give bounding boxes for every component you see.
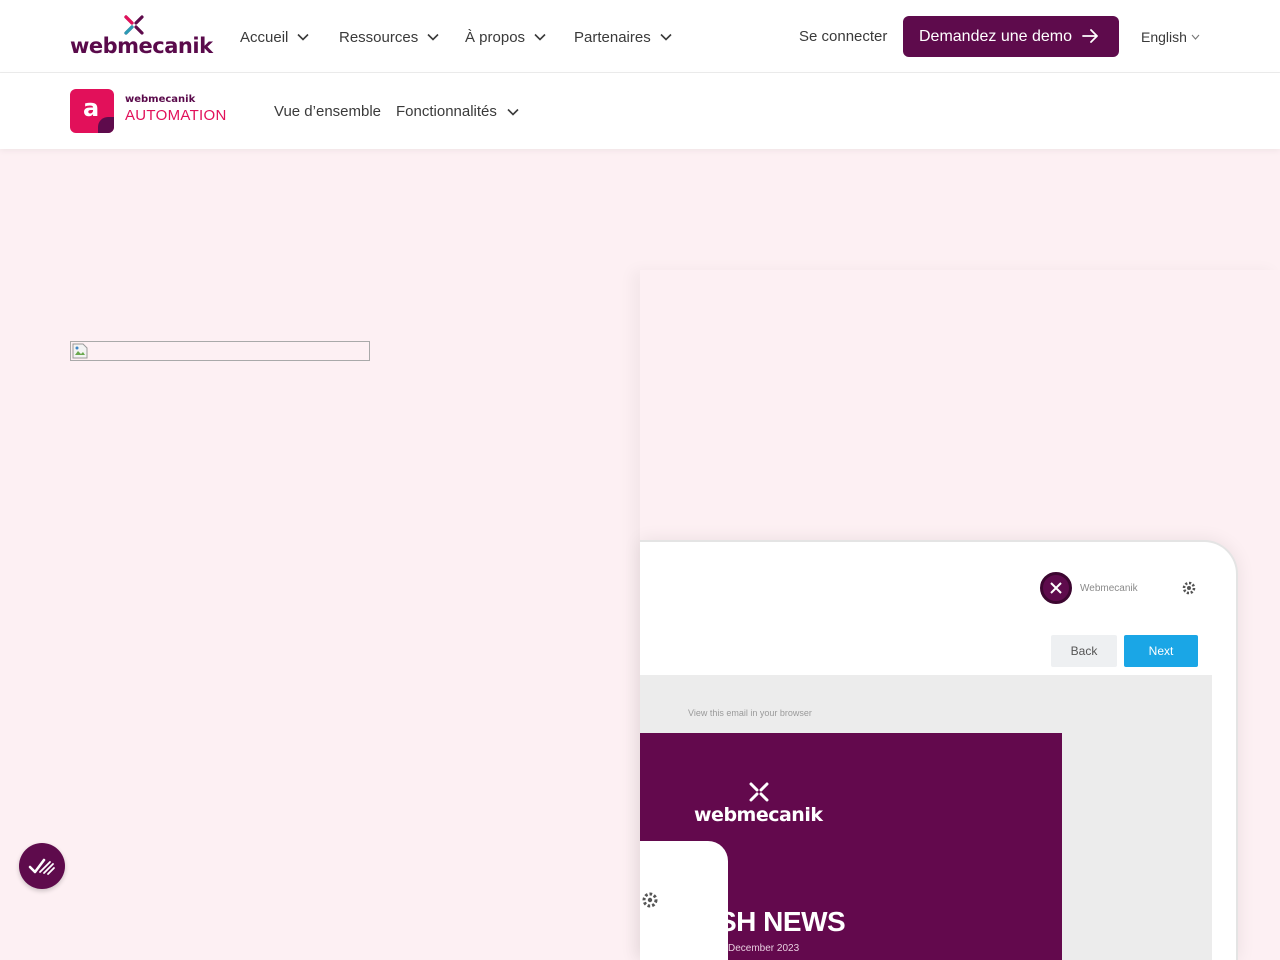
- account-avatar: [1040, 572, 1072, 604]
- nav-ressources[interactable]: Ressources: [339, 27, 439, 47]
- gear-icon: [642, 892, 658, 908]
- arrow-right-icon: [1082, 29, 1098, 43]
- language-label: English: [1141, 29, 1187, 45]
- product-screenshot: Webmecanik Back Next View this email in …: [640, 540, 1238, 960]
- nav-ressources-label: Ressources: [339, 28, 419, 46]
- subnav-overview-label: Vue d’ensemble: [274, 103, 382, 120]
- subnav-features-label: Fonctionnalités: [396, 103, 497, 120]
- subnav-features[interactable]: Fonctionnalités: [396, 103, 519, 120]
- chevron-down-icon: [507, 108, 519, 116]
- newsletter-headline: SH NEWS: [718, 906, 846, 937]
- chevron-down-icon: [427, 33, 439, 41]
- nav-a-propos[interactable]: À propos: [465, 27, 546, 47]
- automation-logo-letter: a: [83, 94, 100, 122]
- back-button: Back: [1051, 635, 1117, 667]
- newsletter-date: December 2023: [728, 943, 800, 954]
- nav-accueil[interactable]: Accueil: [240, 27, 309, 47]
- next-button: Next: [1124, 635, 1198, 667]
- webmecanik-logo-icon: [124, 15, 144, 35]
- account-name: Webmecanik: [1080, 583, 1138, 594]
- automation-logo-brand: webmecanik: [125, 94, 196, 105]
- webmecanik-logo-icon: [749, 782, 769, 802]
- nav-accueil-label: Accueil: [240, 28, 289, 46]
- demo-request-label: Demandez une demo: [919, 27, 1072, 45]
- language-selector[interactable]: English: [1141, 29, 1200, 45]
- cookie-consent-icon: [28, 858, 55, 875]
- chevron-down-icon: [660, 33, 672, 41]
- gear-icon: [1182, 581, 1196, 595]
- webmecanik-logo-icon: [1050, 582, 1062, 594]
- nav-partenaires[interactable]: Partenaires: [574, 27, 672, 47]
- automation-logo[interactable]: a webmecanik AUTOMATION: [70, 89, 230, 133]
- broken-image-icon: [72, 343, 88, 359]
- login-link[interactable]: Se connecter: [799, 28, 887, 45]
- webmecanik-logo[interactable]: webmecanik: [70, 15, 213, 59]
- chevron-down-icon: [534, 33, 546, 41]
- nav-a-propos-label: À propos: [465, 28, 526, 46]
- automation-logo-product: AUTOMATION: [125, 107, 227, 124]
- hero-image-placeholder: [70, 341, 370, 361]
- logo-corner-shape: [98, 117, 114, 133]
- subnav-overview[interactable]: Vue d’ensemble: [274, 103, 381, 120]
- product-subnav: a webmecanik AUTOMATION Vue d’ensemble F…: [0, 73, 1280, 149]
- main-header: webmecanik Accueil Ressources À propos P…: [0, 0, 1280, 73]
- newsletter-brand: webmecanik: [694, 804, 823, 826]
- brand-name: webmecanik: [70, 34, 213, 58]
- browser-view-link: View this email in your browser: [688, 708, 812, 718]
- automation-logo-icon: a: [70, 89, 114, 133]
- demo-request-button[interactable]: Demandez une demo: [903, 16, 1119, 57]
- newsletter-preview: webmecanik SH NEWS December 2023: [640, 733, 1062, 960]
- cookie-consent-button[interactable]: [19, 843, 65, 889]
- chevron-down-icon: [297, 33, 309, 41]
- nav-partenaires-label: Partenaires: [574, 28, 651, 46]
- chevron-down-icon: [1191, 34, 1200, 40]
